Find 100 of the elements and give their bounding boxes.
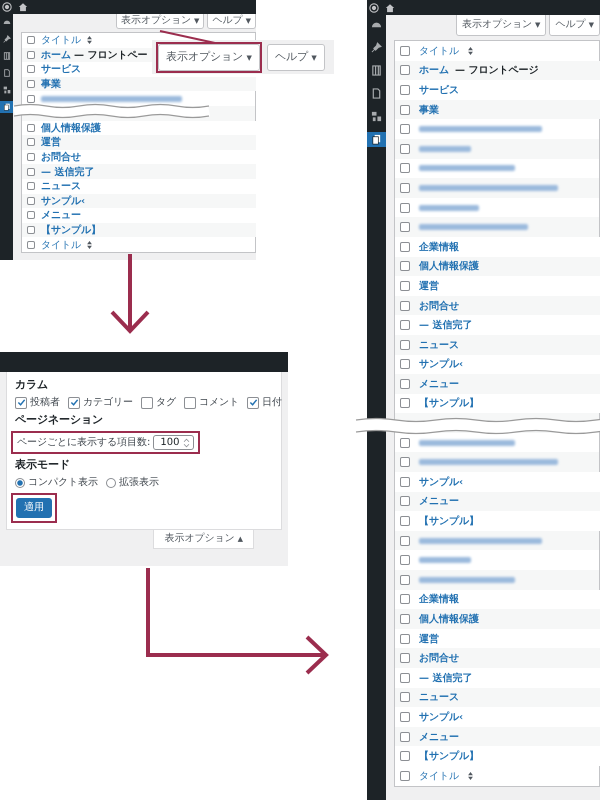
checkbox[interactable]	[400, 476, 410, 487]
checkbox[interactable]	[68, 396, 80, 408]
checkbox[interactable]	[400, 163, 410, 174]
sort-icon[interactable]	[468, 772, 473, 780]
checkbox[interactable]	[400, 614, 410, 624]
checkbox[interactable]	[400, 751, 410, 762]
checkbox[interactable]	[400, 104, 410, 115]
page-title-link[interactable]: サンプル‹	[419, 474, 464, 489]
checkbox[interactable]	[400, 692, 410, 702]
checkbox[interactable]	[400, 46, 410, 56]
checkbox[interactable]	[400, 438, 410, 448]
checkbox[interactable]	[400, 280, 410, 291]
radio-button[interactable]	[15, 478, 25, 488]
checkbox[interactable]	[400, 712, 410, 722]
checkbox[interactable]	[400, 496, 410, 506]
page-title-link[interactable]: 企業情報	[419, 240, 459, 254]
page-title-link[interactable]: 運営	[419, 278, 439, 293]
checkbox[interactable]	[27, 65, 35, 74]
page-title-link[interactable]: お問合せ	[419, 651, 459, 666]
home-icon[interactable]	[18, 2, 28, 12]
page-title-link[interactable]: お問合せ	[41, 150, 81, 164]
checkbox[interactable]	[400, 732, 410, 742]
page-title-link[interactable]: サンプル‹	[419, 357, 464, 372]
checkbox[interactable]	[27, 211, 35, 220]
page-title-link[interactable]: 個人情報保護	[41, 120, 101, 135]
page-title-link[interactable]: — 送信完了	[419, 670, 472, 685]
checkbox[interactable]	[27, 196, 35, 205]
checkbox[interactable]	[27, 94, 35, 103]
checkbox[interactable]	[184, 396, 196, 408]
sidebar-item[interactable]	[0, 101, 13, 113]
page-title-link[interactable]: — 送信完了	[419, 318, 472, 332]
sort-icon[interactable]	[87, 240, 92, 249]
checkbox[interactable]	[400, 398, 410, 408]
apply-button[interactable]: 適用	[16, 498, 52, 518]
checkbox[interactable]	[400, 516, 410, 526]
page-title-link[interactable]: サービス	[419, 82, 459, 97]
checkbox[interactable]	[141, 396, 153, 408]
radio-button[interactable]	[106, 478, 116, 488]
checkbox[interactable]	[400, 340, 410, 350]
checkbox[interactable]	[400, 261, 410, 272]
checkbox[interactable]	[27, 226, 35, 234]
checkbox[interactable]	[400, 359, 410, 370]
sidebar-item[interactable]	[367, 132, 386, 147]
checkbox[interactable]	[400, 457, 410, 468]
checkbox[interactable]	[400, 672, 410, 683]
page-title-link[interactable]: 個人情報保護	[419, 259, 479, 274]
page-title-link[interactable]: サンプル‹	[41, 194, 86, 208]
page-title-link[interactable]: — 送信完了	[41, 164, 94, 179]
page-title-link[interactable]: 事業	[41, 77, 61, 92]
checkbox[interactable]	[27, 240, 35, 249]
sort-icon[interactable]	[87, 36, 92, 44]
logo-icon[interactable]	[2, 2, 12, 12]
checkbox[interactable]	[400, 242, 410, 252]
checkbox[interactable]	[400, 653, 410, 664]
page-title-link[interactable]: メニュー	[41, 208, 81, 222]
page-title-link[interactable]: 【サンプル】	[419, 396, 479, 410]
home-icon[interactable]	[385, 2, 395, 12]
checkbox[interactable]	[27, 138, 35, 146]
checkbox[interactable]	[400, 594, 410, 604]
checkbox[interactable]	[400, 555, 410, 566]
checkbox[interactable]	[400, 124, 410, 134]
page-title-link[interactable]: 事業	[419, 102, 439, 117]
checkbox[interactable]	[27, 182, 35, 190]
checkbox[interactable]	[400, 182, 410, 193]
checkbox[interactable]	[400, 84, 410, 95]
checkbox[interactable]	[15, 396, 27, 408]
page-title-link[interactable]: メニュー	[419, 494, 459, 508]
page-title-link[interactable]: サンプル‹	[419, 710, 464, 724]
page-title-link[interactable]: 個人情報保護	[419, 612, 479, 626]
checkbox[interactable]	[400, 634, 410, 644]
checkbox[interactable]	[400, 536, 410, 546]
checkbox[interactable]	[27, 124, 35, 132]
sort-icon[interactable]	[468, 46, 473, 55]
checkbox[interactable]	[27, 50, 35, 59]
checkbox[interactable]	[400, 300, 410, 311]
checkbox[interactable]	[400, 320, 410, 330]
title-column-header[interactable]: タイトル	[41, 238, 81, 252]
page-title-link[interactable]: お問合せ	[419, 298, 459, 313]
page-title-link[interactable]: サービス	[41, 62, 81, 76]
checkbox[interactable]	[27, 80, 35, 88]
page-title-link[interactable]: 運営	[419, 632, 439, 646]
page-title-link[interactable]: ニュース	[419, 690, 459, 704]
logo-icon[interactable]	[369, 2, 379, 12]
title-column-header[interactable]: タイトル	[41, 33, 81, 48]
checkbox[interactable]	[400, 770, 410, 781]
page-title-link[interactable]: 企業情報	[419, 592, 459, 606]
checkbox[interactable]	[27, 168, 35, 176]
checkbox[interactable]	[27, 36, 35, 44]
page-title-link[interactable]: ホーム	[41, 48, 71, 62]
checkbox[interactable]	[400, 378, 410, 389]
page-title-link[interactable]: 【サンプル】	[419, 749, 479, 764]
page-title-link[interactable]: ニュース	[41, 179, 81, 194]
page-title-link[interactable]: 【サンプル】	[419, 514, 479, 528]
checkbox[interactable]	[247, 396, 259, 408]
checkbox[interactable]	[400, 144, 410, 154]
checkbox[interactable]	[400, 222, 410, 232]
checkbox[interactable]	[400, 202, 410, 213]
page-title-link[interactable]: メニュー	[419, 376, 459, 391]
page-title-link[interactable]: ホーム	[419, 63, 449, 78]
checkbox[interactable]	[27, 153, 35, 162]
